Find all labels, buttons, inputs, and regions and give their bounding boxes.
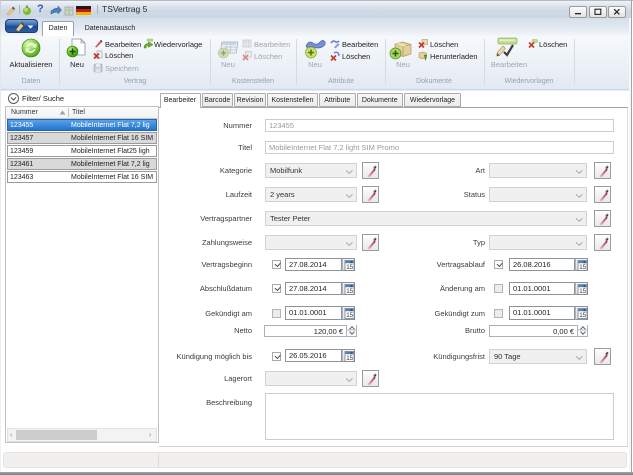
svg-text:15: 15 [579, 288, 586, 295]
svg-text:15: 15 [346, 264, 353, 271]
svg-text:15: 15 [579, 312, 586, 319]
svg-text:15: 15 [346, 312, 353, 319]
svg-text:15: 15 [579, 264, 586, 271]
svg-text:15: 15 [346, 288, 353, 295]
svg-text:15: 15 [346, 355, 353, 362]
